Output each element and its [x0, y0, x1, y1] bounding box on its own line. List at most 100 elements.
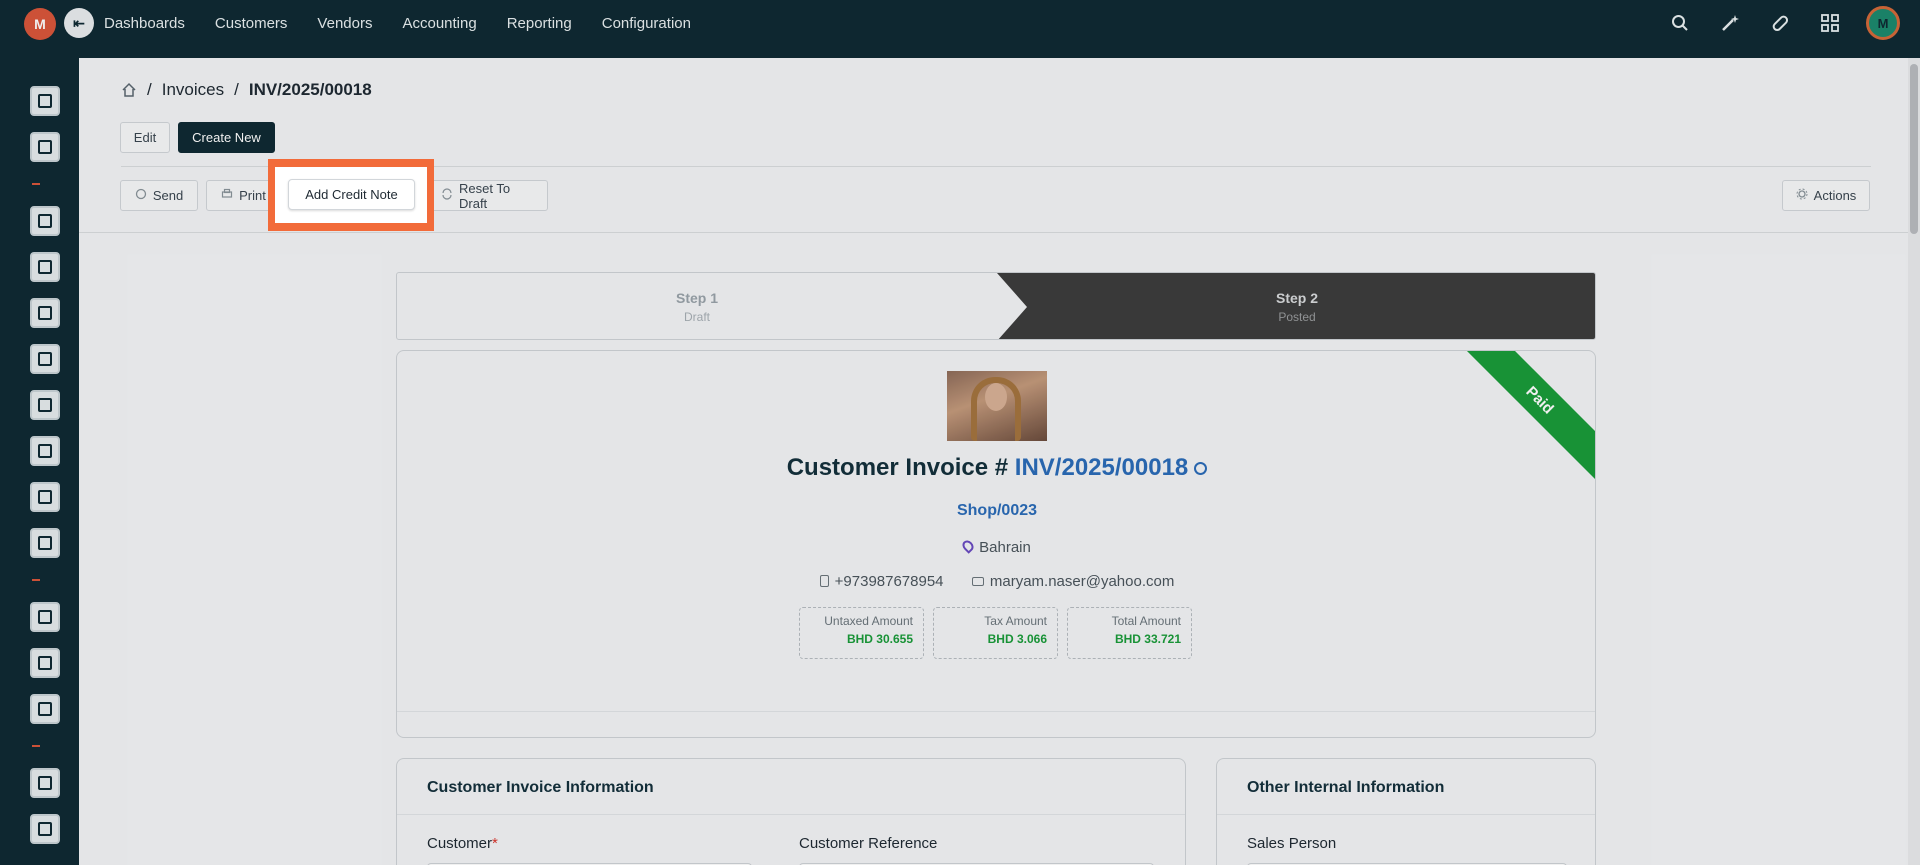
- breadcrumb-separator: /: [234, 80, 239, 99]
- user-avatar[interactable]: M: [1866, 6, 1900, 40]
- step1-title: Step 1: [675, 290, 718, 306]
- location-text: Bahrain: [979, 539, 1031, 556]
- print-label: Print: [239, 188, 266, 203]
- add-credit-note-button[interactable]: Add Credit Note: [288, 179, 415, 210]
- sidebar-folder-icon[interactable]: [30, 648, 60, 678]
- apps-grid-icon[interactable]: [1816, 9, 1844, 37]
- toolbar-divider: [79, 232, 1908, 233]
- tax-amount-box: Tax Amount BHD 3.066: [933, 607, 1058, 659]
- sidebar-module-5-icon[interactable]: [30, 298, 60, 328]
- panel-title: Customer Invoice Information: [427, 779, 654, 796]
- sidebar-calendar-icon[interactable]: [30, 528, 60, 558]
- pill-icon[interactable]: [1766, 9, 1794, 37]
- total-amount-value: BHD 33.721: [1114, 632, 1181, 646]
- sidebar-search-doc-icon[interactable]: [30, 482, 60, 512]
- customer-field-label: Customer*: [427, 835, 498, 852]
- send-label: Send: [152, 188, 184, 203]
- paid-label: Paid: [1522, 382, 1558, 418]
- panel-title: Other Internal Information: [1247, 779, 1445, 796]
- step1-subtitle: Draft: [683, 310, 710, 324]
- phone-icon: [819, 575, 829, 587]
- home-icon[interactable]: [121, 82, 137, 98]
- add-credit-note-label: Add Credit Note: [305, 187, 398, 202]
- step2-subtitle: Posted: [1278, 310, 1316, 324]
- breadcrumb-separator: /: [147, 80, 152, 99]
- other-internal-info-panel: Other Internal Information Sales Person: [1216, 758, 1596, 865]
- edit-label: Edit: [133, 130, 157, 145]
- nav-reporting[interactable]: Reporting: [507, 15, 572, 32]
- location: Bahrain: [397, 538, 1595, 556]
- sidebar-headset-icon[interactable]: [30, 602, 60, 632]
- actions-label: Actions: [1813, 188, 1857, 203]
- sidebar: [0, 58, 79, 865]
- collapse-icon: ⇤: [73, 14, 85, 31]
- untaxed-amount-label: Untaxed Amount: [824, 614, 913, 628]
- step-posted: Step 2 Posted: [997, 273, 1595, 339]
- send-icon: [135, 188, 147, 203]
- nav-dashboards[interactable]: Dashboards: [104, 15, 185, 32]
- top-navbar: M ⇤ Dashboards Customers Vendors Account…: [0, 0, 1920, 58]
- sidebar-report-icon[interactable]: [30, 814, 60, 844]
- sidebar-module-6-icon[interactable]: [30, 344, 60, 374]
- breadcrumb-current: INV/2025/00018: [248, 80, 372, 99]
- breadcrumb-invoices[interactable]: Invoices: [162, 80, 224, 100]
- sidebar-separator: [32, 183, 40, 185]
- app-logo[interactable]: M: [24, 8, 56, 40]
- customer-reference-label: Customer Reference: [799, 835, 938, 852]
- sidebar-separator: [32, 579, 40, 581]
- actions-button[interactable]: Actions: [1782, 180, 1870, 211]
- reset-to-draft-button[interactable]: Reset To Draft: [428, 180, 548, 211]
- total-amount-label: Total Amount: [1111, 614, 1181, 628]
- amount-summary: Untaxed Amount BHD 30.655 Tax Amount BHD…: [799, 607, 1192, 659]
- step-draft: Step 1 Draft: [397, 273, 997, 339]
- card-divider: [397, 711, 1595, 712]
- customer-invoice-info-panel: Customer Invoice Information Customer* C…: [396, 758, 1186, 865]
- top-right-icons: M: [1666, 6, 1900, 40]
- shop-link[interactable]: Shop/0023: [397, 502, 1595, 520]
- phone-text: +973987678954: [834, 573, 944, 590]
- scrollbar-thumb[interactable]: [1910, 64, 1918, 234]
- email-text: maryam.naser@yahoo.com: [989, 573, 1175, 590]
- sidebar-ticket-icon[interactable]: [30, 436, 60, 466]
- nav-vendors[interactable]: Vendors: [317, 15, 372, 32]
- create-new-label: Create New: [192, 130, 261, 145]
- sidebar-money-icon[interactable]: [30, 694, 60, 724]
- customer-label-text: Customer: [427, 835, 493, 852]
- sidebar-collapse-button[interactable]: ⇤: [64, 8, 94, 38]
- search-icon[interactable]: [1666, 9, 1694, 37]
- sidebar-module-3-icon[interactable]: [30, 206, 60, 236]
- contact-info: +973987678954 maryam.naser@yahoo.com: [397, 573, 1595, 590]
- nav-configuration[interactable]: Configuration: [602, 15, 691, 32]
- untaxed-amount-box: Untaxed Amount BHD 30.655: [799, 607, 924, 659]
- magic-wand-icon[interactable]: [1716, 9, 1744, 37]
- untaxed-amount-value: BHD 30.655: [846, 632, 913, 646]
- print-icon: [221, 188, 233, 203]
- send-button[interactable]: Send: [120, 180, 198, 211]
- gear-icon: [1796, 188, 1808, 203]
- sidebar-separator: [32, 745, 40, 747]
- search-icon[interactable]: [1194, 462, 1208, 476]
- sales-person-label: Sales Person: [1247, 835, 1337, 852]
- breadcrumb: / Invoices / INV/2025/00018: [121, 80, 372, 100]
- invoice-title-prefix: Customer Invoice #: [786, 454, 1009, 481]
- step2-title: Step 2: [1275, 290, 1318, 306]
- sidebar-module-1-icon[interactable]: [30, 86, 60, 116]
- invoice-number: INV/2025/00018: [1014, 454, 1189, 481]
- edit-button[interactable]: Edit: [120, 122, 170, 153]
- sidebar-module-2-icon[interactable]: [30, 132, 60, 162]
- invoice-summary-card: Paid Customer Invoice # INV/2025/00018 S…: [396, 350, 1596, 738]
- invoice-title: Customer Invoice # INV/2025/00018: [397, 454, 1595, 482]
- reset-to-draft-label: Reset To Draft: [459, 180, 511, 211]
- sidebar-settings-icon[interactable]: [30, 768, 60, 798]
- sidebar-bag-icon[interactable]: [30, 390, 60, 420]
- tax-amount-label: Tax Amount: [984, 614, 1047, 628]
- nav-accounting[interactable]: Accounting: [402, 15, 476, 32]
- reset-icon: [441, 188, 453, 203]
- customer-photo: [947, 371, 1047, 441]
- email-icon: [971, 577, 984, 586]
- sidebar-chart-icon[interactable]: [30, 252, 60, 282]
- status-stepper: Step 1 Draft Step 2 Posted: [396, 272, 1596, 340]
- nav-customers[interactable]: Customers: [215, 15, 288, 32]
- create-new-button[interactable]: Create New: [178, 122, 275, 153]
- location-pin-icon: [960, 538, 976, 554]
